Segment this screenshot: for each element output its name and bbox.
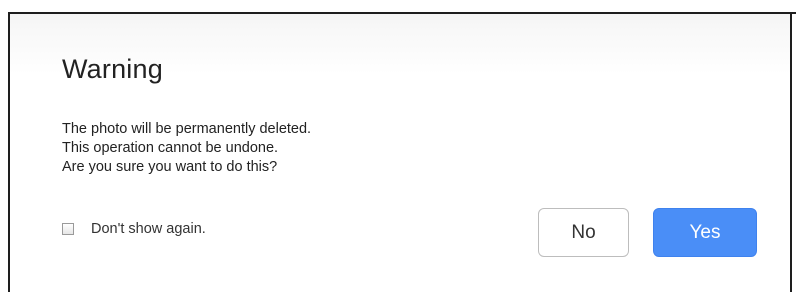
warning-dialog: Warning The photo will be permanently de… bbox=[10, 14, 792, 292]
window-border-top bbox=[8, 12, 796, 14]
screen: Warning The photo will be permanently de… bbox=[0, 0, 796, 292]
no-button[interactable]: No bbox=[538, 208, 629, 257]
yes-button[interactable]: Yes bbox=[653, 208, 757, 257]
dialog-title: Warning bbox=[62, 54, 163, 84]
dialog-message: The photo will be permanently deleted. T… bbox=[62, 120, 311, 177]
message-line: Are you sure you want to do this? bbox=[62, 159, 278, 175]
message-line: The photo will be permanently deleted. bbox=[62, 121, 312, 137]
dont-show-again-option[interactable]: Don't show again. bbox=[62, 221, 206, 237]
dont-show-again-label[interactable]: Don't show again. bbox=[91, 221, 206, 237]
window-border-right bbox=[790, 12, 792, 292]
message-line: This operation cannot be undone. bbox=[62, 140, 279, 156]
window-border-left bbox=[8, 12, 10, 292]
dont-show-again-checkbox[interactable] bbox=[62, 223, 74, 235]
